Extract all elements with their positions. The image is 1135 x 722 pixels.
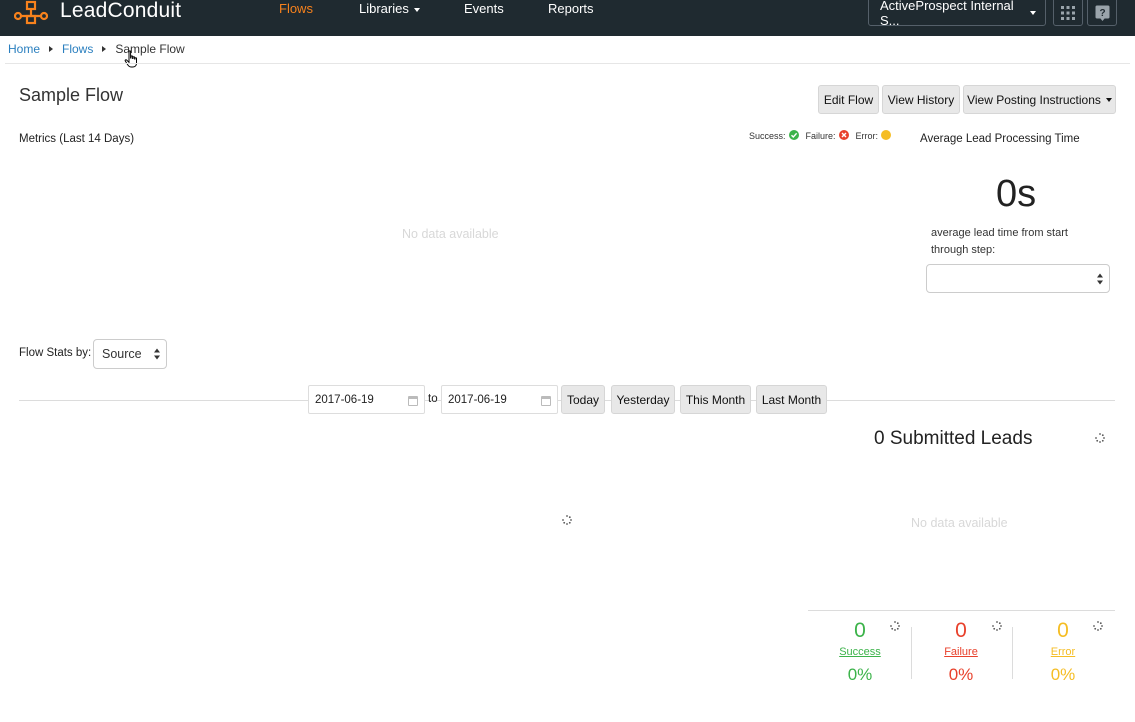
legend-success-label: Success:: [749, 131, 786, 141]
select-arrows-icon: [154, 348, 160, 360]
avg-processing-title: Average Lead Processing Time: [920, 133, 1080, 145]
loading-spinner-icon: [890, 621, 900, 631]
breadcrumb-home[interactable]: Home: [8, 42, 40, 56]
error-link[interactable]: Error: [1013, 646, 1113, 658]
help-button[interactable]: ?: [1087, 0, 1117, 26]
nav-reports[interactable]: Reports: [548, 1, 594, 16]
calendar-icon: [541, 396, 551, 406]
loading-spinner-icon: [992, 621, 1002, 631]
top-navbar: LeadConduit Flows Libraries Events Repor…: [0, 0, 1135, 36]
success-percent: 0%: [847, 665, 873, 684]
flow-stats-by-select[interactable]: Source: [93, 339, 167, 369]
calendar-icon: [408, 396, 418, 406]
svg-text:?: ?: [1099, 8, 1105, 19]
edit-flow-button[interactable]: Edit Flow: [818, 85, 879, 114]
error-percent: 0%: [1050, 665, 1076, 684]
this-month-button[interactable]: This Month: [680, 385, 751, 414]
submitted-leads-title: 0 Submitted Leads: [874, 428, 1033, 449]
date-to-label: to: [428, 393, 438, 405]
yesterday-button[interactable]: Yesterday: [611, 385, 675, 414]
today-button[interactable]: Today: [561, 385, 605, 414]
date-to-value: 2017-06-19: [448, 393, 507, 406]
loading-spinner-icon: [1095, 433, 1105, 443]
success-link[interactable]: Success: [810, 646, 910, 658]
apps-button[interactable]: [1053, 0, 1083, 26]
help-icon: ?: [1095, 5, 1109, 21]
select-arrows-icon: [1097, 273, 1103, 284]
avg-processing-description: average lead time from start through ste…: [931, 227, 1068, 256]
app-name: LeadConduit: [60, 0, 182, 22]
page-title: Sample Flow: [19, 85, 124, 105]
loading-spinner-icon: [1093, 621, 1103, 631]
nav-events[interactable]: Events: [464, 1, 504, 16]
date-to-input[interactable]: 2017-06-19: [441, 385, 558, 414]
metrics-legend: Success: Failure: Error:: [749, 130, 898, 141]
avg-processing-value: 0s: [996, 173, 1037, 215]
processing-step-select[interactable]: [926, 264, 1110, 293]
loading-spinner-icon: [562, 515, 572, 525]
view-history-button[interactable]: View History: [882, 85, 960, 114]
view-posting-instructions-label: View Posting Instructions: [967, 92, 1101, 107]
last-month-button[interactable]: Last Month: [756, 385, 827, 414]
flow-stats-label: Flow Stats by:: [19, 347, 92, 359]
header-divider: [5, 63, 1130, 64]
account-name: ActiveProspect Internal S...: [880, 0, 1014, 28]
breadcrumb-separator-icon: [102, 46, 107, 52]
chevron-down-icon: [1105, 97, 1112, 102]
breadcrumb-separator-icon: [49, 46, 54, 52]
legend-error-label: Error:: [855, 131, 879, 141]
chevron-down-icon: [1030, 10, 1036, 15]
metrics-no-data: No data available: [402, 227, 499, 241]
nav-libraries[interactable]: Libraries: [359, 1, 420, 16]
nav-flows[interactable]: Flows: [279, 1, 313, 16]
hand-cursor-icon: [124, 50, 137, 68]
flow-stats-by-value: Source: [102, 347, 142, 361]
failure-percent: 0%: [948, 665, 974, 684]
date-from-input[interactable]: 2017-06-19: [308, 385, 425, 414]
stats-divider: [808, 610, 1115, 611]
date-from-value: 2017-06-19: [315, 393, 374, 406]
submitted-no-data: No data available: [911, 516, 1008, 530]
failure-x-icon: [838, 130, 849, 140]
chevron-down-icon: [413, 7, 420, 12]
account-dropdown[interactable]: ActiveProspect Internal S...: [868, 0, 1046, 28]
failure-link[interactable]: Failure: [911, 646, 1011, 658]
view-posting-instructions-button[interactable]: View Posting Instructions: [963, 85, 1116, 114]
leadconduit-logo[interactable]: LeadConduit: [14, 0, 181, 26]
nav-libraries-label: Libraries: [359, 1, 409, 16]
apps-grid-icon: [1061, 5, 1075, 20]
legend-failure-label: Failure:: [805, 131, 836, 141]
breadcrumb-flows[interactable]: Flows: [62, 42, 93, 56]
flow-logo-icon: [14, 0, 48, 25]
breadcrumb: Home Flows Sample Flow: [8, 42, 185, 56]
success-check-icon: [788, 130, 799, 140]
error-dot-icon: [881, 130, 892, 140]
metrics-label: Metrics (Last 14 Days): [19, 133, 135, 145]
